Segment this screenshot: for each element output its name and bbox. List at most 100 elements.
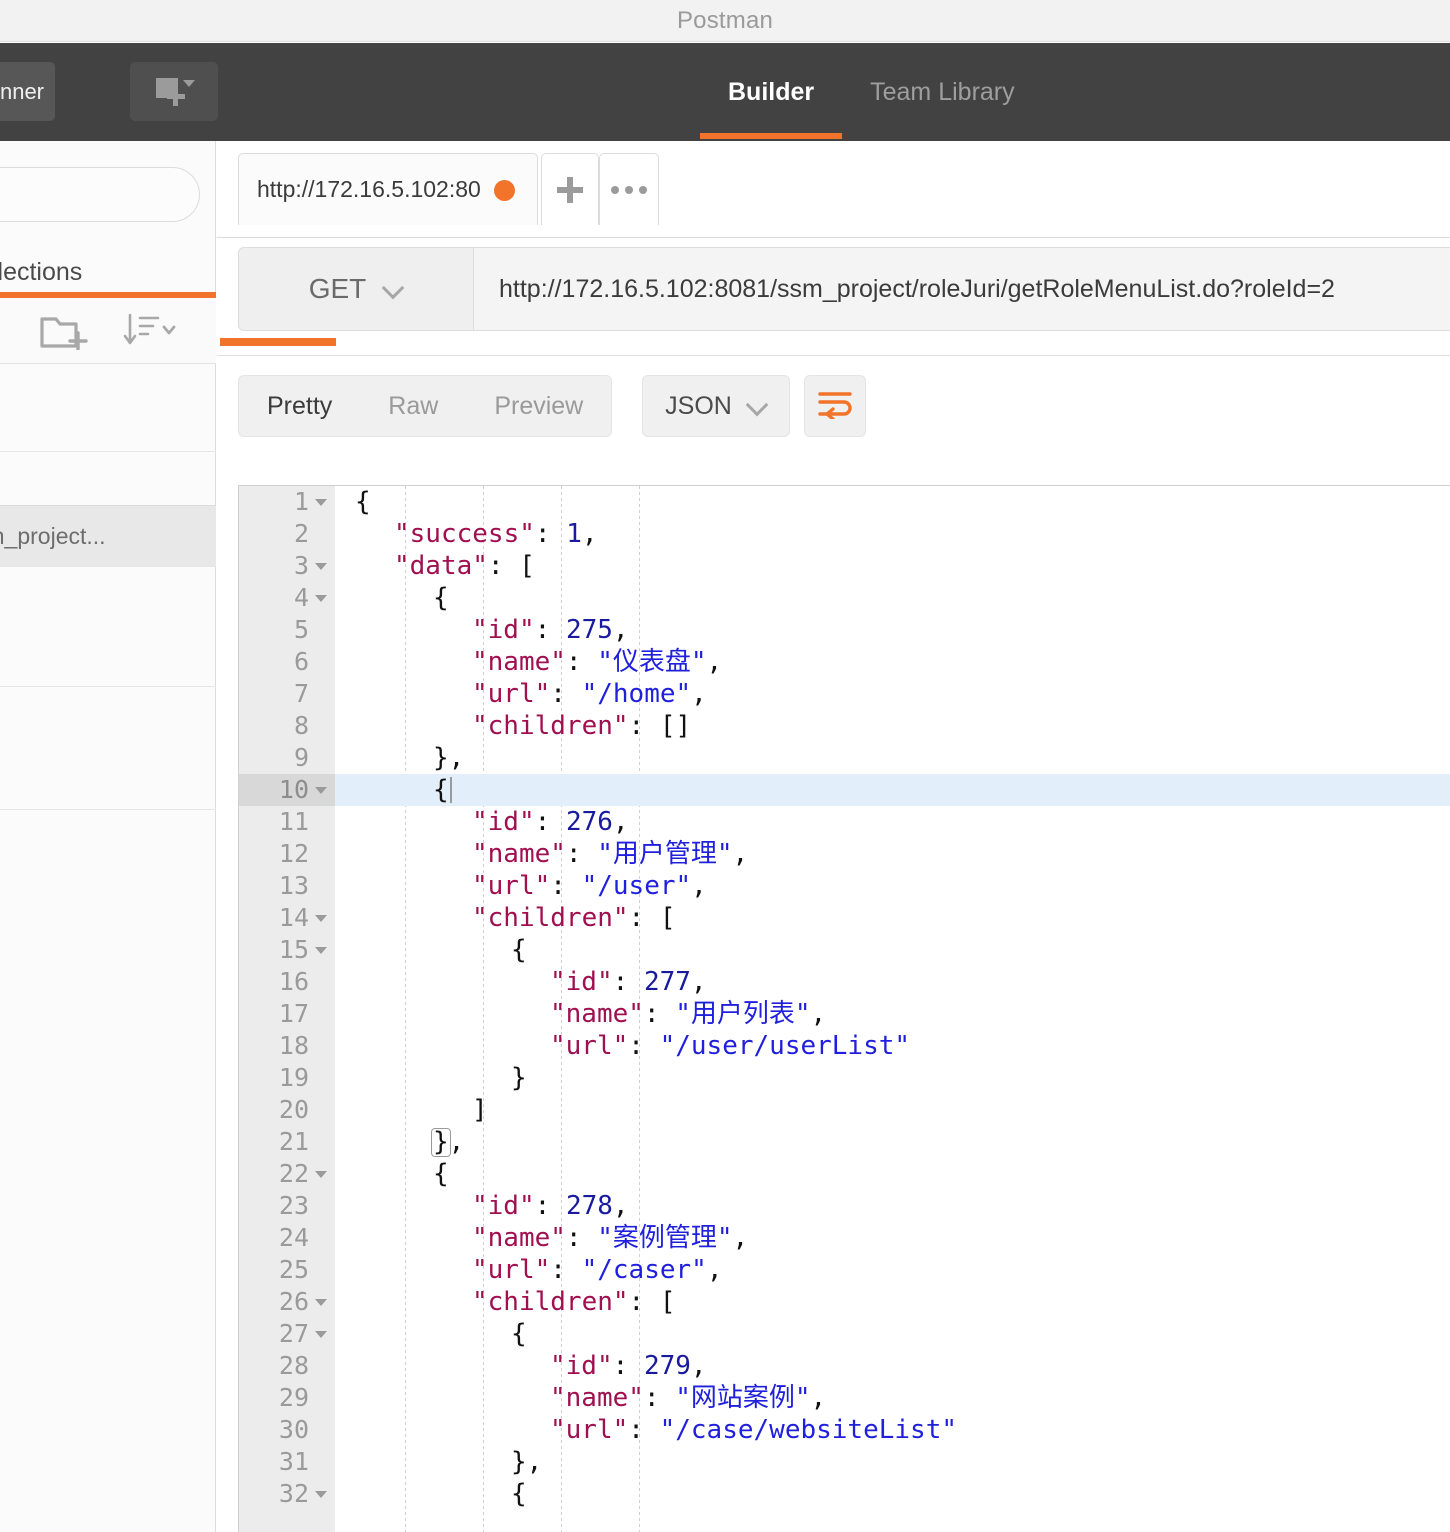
sidebar-toolbar [0,298,216,364]
code-line-text: "data": [ [394,551,535,581]
fold-arrow-icon[interactable] [315,787,327,794]
code-line-text: "children": [ [472,1287,676,1317]
code-line[interactable]: 18 "url": "/user/userList" [239,1030,1450,1062]
tab-preview[interactable]: Preview [466,376,611,436]
code-line-text: { [511,1479,527,1509]
line-number: 15 [278,935,309,964]
search-input[interactable] [0,167,200,222]
line-number: 21 [278,1127,309,1156]
window-title: Postman [676,6,774,34]
tab-team-library[interactable]: Team Library [842,65,1043,119]
code-line[interactable]: 15 { [239,934,1450,966]
sort-descending-icon[interactable] [122,312,178,350]
line-number: 14 [278,903,309,932]
code-line[interactable]: 4{ [239,582,1450,614]
code-line[interactable]: 6 "name": "仪表盘", [239,646,1450,678]
code-line[interactable]: 24 "name": "案例管理", [239,1222,1450,1254]
list-item[interactable]: /ssm_project... [0,505,216,567]
fold-arrow-icon[interactable] [315,1171,327,1178]
code-line[interactable]: 9}, [239,742,1450,774]
response-view-tabs: Pretty Raw Preview [238,375,613,437]
code-line[interactable]: 29 "name": "网站案例", [239,1382,1450,1414]
fold-arrow-icon[interactable] [315,1299,327,1306]
code-line-text: ] [472,1095,488,1125]
code-line-text: { [511,935,527,965]
code-line[interactable]: 27 { [239,1318,1450,1350]
code-line[interactable]: 30 "url": "/case/websiteList" [239,1414,1450,1446]
code-line[interactable]: 32 { [239,1478,1450,1510]
code-line[interactable]: 21}, [239,1126,1450,1158]
response-body-viewer[interactable]: 1{2 "success": 1, 3 "data": [4{5 "id": 275, 6… [238,485,1450,1532]
format-label: JSON [665,391,732,420]
line-number: 17 [278,999,309,1028]
url-input[interactable]: http://172.16.5.102:8081/ssm_project/rol… [474,248,1450,330]
request-tab[interactable]: http://172.16.5.102:80 [238,153,538,225]
code-line[interactable]: 10{ [239,774,1450,806]
fold-arrow-icon[interactable] [315,595,327,602]
list-item-label: /ssm_project... [0,522,106,549]
code-line[interactable]: 28 "id": 279, [239,1350,1450,1382]
code-line-text: { [433,774,452,806]
code-line[interactable]: 12 "name": "用户管理", [239,838,1450,870]
list-item[interactable] [0,687,216,810]
code-line[interactable]: 31}, [239,1446,1450,1478]
more-tabs-button[interactable] [599,153,659,225]
list-item[interactable] [0,567,216,687]
line-number: 9 [293,743,309,772]
new-window-icon [154,77,195,107]
line-number: 22 [278,1159,309,1188]
code-line[interactable]: 14 "children": [ [239,902,1450,934]
code-line[interactable]: 7 "url": "/home", [239,678,1450,710]
tab-team-library-label: Team Library [870,78,1015,106]
list-item[interactable] [0,390,216,452]
code-line[interactable]: 11 "id": 276, [239,806,1450,838]
fold-arrow-icon[interactable] [315,1331,327,1338]
code-line[interactable]: 20] [239,1094,1450,1126]
line-number: 11 [278,807,309,836]
code-line-text: { [511,1319,527,1349]
sidebar-tab-collections[interactable]: Collections [0,258,82,287]
code-line[interactable]: 22 { [239,1158,1450,1190]
fold-arrow-icon[interactable] [315,947,327,954]
code-line[interactable]: 2 "success": 1, [239,518,1450,550]
code-line[interactable]: 17 "name": "用户列表", [239,998,1450,1030]
wrap-lines-button[interactable] [804,375,866,437]
code-line-text: "children": [] [472,711,692,741]
fold-arrow-icon[interactable] [315,563,327,570]
code-line[interactable]: 13 "url": "/user", [239,870,1450,902]
fold-arrow-icon[interactable] [315,915,327,922]
code-line[interactable]: 23 "id": 278, [239,1190,1450,1222]
tab-raw[interactable]: Raw [360,376,466,436]
line-number: 5 [293,615,309,644]
code-line[interactable]: 16 "id": 277, [239,966,1450,998]
sidebar-tabs: Collections [0,245,216,299]
tab-builder[interactable]: Builder [700,65,843,139]
fold-arrow-icon[interactable] [315,1491,327,1498]
code-line[interactable]: 19} [239,1062,1450,1094]
tab-pretty[interactable]: Pretty [239,376,360,436]
code-line[interactable]: 25 "url": "/caser", [239,1254,1450,1286]
code-line[interactable]: 5 "id": 275, [239,614,1450,646]
runner-button[interactable]: Runner [0,62,55,121]
method-select[interactable]: GET [239,248,474,330]
tab-builder-label: Builder [728,78,815,106]
new-folder-icon[interactable] [40,313,89,350]
code-line-text: "url": "/case/websiteList" [550,1415,958,1445]
plus-icon [557,176,583,203]
code-line-text: "id": 276, [472,807,629,837]
code-line[interactable]: 8 "children": [] [239,710,1450,742]
line-number: 30 [278,1415,309,1444]
line-number: 31 [278,1447,309,1476]
code-line-text: "id": 279, [550,1351,707,1381]
header-tabs: Builder Team Library [700,65,1043,139]
line-number: 27 [278,1319,309,1348]
code-line[interactable]: 26 "children": [ [239,1286,1450,1318]
add-request-tab-button[interactable] [541,153,599,225]
new-window-button[interactable] [130,62,218,121]
format-select[interactable]: JSON [642,375,790,437]
code-line[interactable]: 1{ [239,486,1450,518]
fold-arrow-icon[interactable] [315,499,327,506]
line-number: 25 [278,1255,309,1284]
code-line[interactable]: 3 "data": [ [239,550,1450,582]
line-number: 13 [278,871,309,900]
